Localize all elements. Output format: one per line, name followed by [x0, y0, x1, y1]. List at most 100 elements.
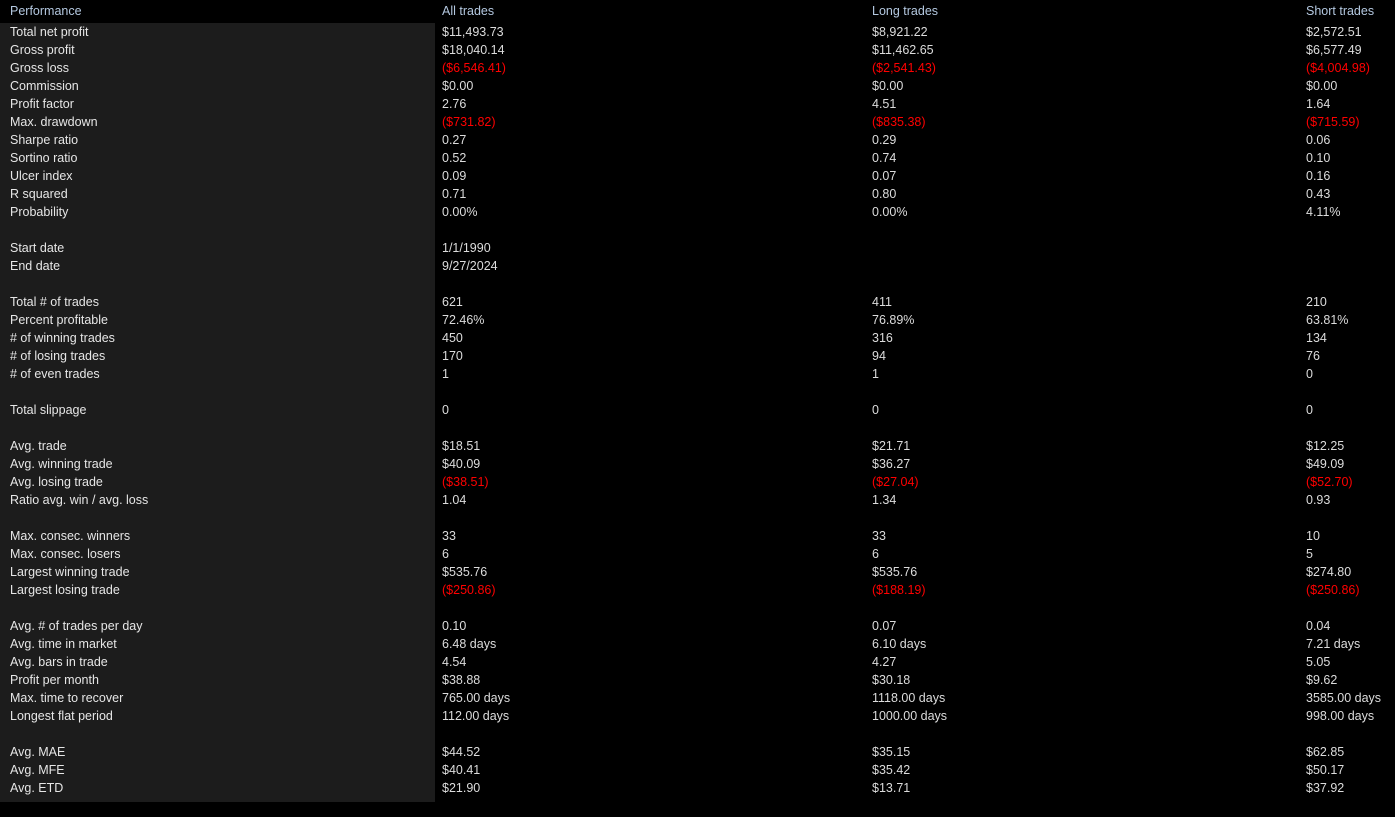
cell-short-trades: 7.21 days — [1306, 637, 1361, 651]
cell-long-trades: 0.74 — [872, 151, 897, 165]
table-row[interactable]: Avg. winning trade $40.09 $36.27 $49.09 — [0, 455, 1395, 473]
cell-all-trades: 9/27/2024 — [442, 259, 498, 273]
cell-all-trades: ($731.82) — [442, 115, 496, 129]
cell-long-trades: $0.00 — [872, 79, 904, 93]
table-row[interactable]: Largest winning trade $535.76 $535.76 $274.… — [0, 563, 1395, 581]
table-row[interactable]: Avg. # of trades per day 0.10 0.07 0.04 — [0, 617, 1395, 635]
table-row[interactable]: Max. time to recover 765.00 days 1118.00 d… — [0, 689, 1395, 707]
row-label: Avg. winning trade — [10, 457, 113, 471]
table-row[interactable]: Ulcer index 0.09 0.07 0.16 — [0, 167, 1395, 185]
cell-long-trades: $8,921.22 — [872, 25, 928, 39]
table-row[interactable]: Max. consec. winners 33 33 10 — [0, 527, 1395, 545]
table-row[interactable]: Avg. bars in trade 4.54 4.27 5.05 — [0, 653, 1395, 671]
table-row[interactable]: Gross profit $18,040.14 $11,462.65 $6,577.4… — [0, 41, 1395, 59]
row-label: # of winning trades — [10, 331, 115, 345]
table-row[interactable]: Avg. trade $18.51 $21.71 $12.25 — [0, 437, 1395, 455]
cell-long-trades: 33 — [872, 529, 886, 543]
cell-short-trades: 0.10 — [1306, 151, 1331, 165]
row-label: Max. drawdown — [10, 115, 98, 129]
table-row[interactable]: Total slippage 0 0 0 — [0, 401, 1395, 419]
row-label: Total slippage — [10, 403, 87, 417]
table-row[interactable]: Sortino ratio 0.52 0.74 0.10 — [0, 149, 1395, 167]
cell-long-trades: $35.15 — [872, 745, 911, 759]
row-label: Largest losing trade — [10, 583, 120, 597]
cell-long-trades: 0.07 — [872, 619, 897, 633]
cell-long-trades: $13.71 — [872, 781, 911, 795]
cell-all-trades: $11,493.73 — [442, 25, 504, 39]
row-label: Sortino ratio — [10, 151, 78, 165]
cell-all-trades: 1.04 — [442, 493, 467, 507]
cell-short-trades: ($4,004.98) — [1306, 61, 1370, 75]
cell-short-trades: 5.05 — [1306, 655, 1331, 669]
cell-all-trades: 2.76 — [442, 97, 467, 111]
table-row[interactable]: Profit per month $38.88 $30.18 $9.62 — [0, 671, 1395, 689]
table-row[interactable]: R squared 0.71 0.80 0.43 — [0, 185, 1395, 203]
table-row[interactable]: Longest flat period 112.00 days 1000.00 da… — [0, 707, 1395, 725]
row-label: Avg. ETD — [10, 781, 64, 795]
table-row[interactable]: # of even trades 1 1 0 — [0, 365, 1395, 383]
row-label: End date — [10, 259, 61, 273]
table-row[interactable]: Gross loss ($6,546.41) ($2,541.43) ($4,004.… — [0, 59, 1395, 77]
cell-long-trades: 6.10 days — [872, 637, 927, 651]
cell-all-trades: $44.52 — [442, 745, 481, 759]
table-row[interactable]: Avg. losing trade ($38.51) ($27.04) ($52.70… — [0, 473, 1395, 491]
table-row[interactable]: Avg. MFE $40.41 $35.42 $50.17 — [0, 761, 1395, 779]
row-label: Profit factor — [10, 97, 74, 111]
table-row[interactable]: Sharpe ratio 0.27 0.29 0.06 — [0, 131, 1395, 149]
table-row[interactable]: Percent profitable 72.46% 76.89% 63.81% — [0, 311, 1395, 329]
performance-table: Performance All trades Long trades Short… — [0, 0, 1395, 797]
row-label: Ulcer index — [10, 169, 73, 183]
cell-all-trades: 33 — [442, 529, 456, 543]
cell-short-trades: $37.92 — [1306, 781, 1345, 795]
table-row[interactable]: Largest losing trade ($250.86) ($188.19) ($… — [0, 581, 1395, 599]
table-row[interactable]: Max. consec. losers 6 6 5 — [0, 545, 1395, 563]
table-row[interactable]: Total # of trades 621 411 210 — [0, 293, 1395, 311]
cell-all-trades: 0.09 — [442, 169, 467, 183]
cell-short-trades: $2,572.51 — [1306, 25, 1362, 39]
cell-short-trades: 0.93 — [1306, 493, 1331, 507]
cell-all-trades: ($6,546.41) — [442, 61, 506, 75]
row-label: # of losing trades — [10, 349, 106, 363]
row-label: Sharpe ratio — [10, 133, 79, 147]
table-row[interactable]: Avg. time in market 6.48 days 6.10 days 7.2… — [0, 635, 1395, 653]
table-row[interactable]: Total net profit $11,493.73 $8,921.22 $2,57… — [0, 23, 1395, 41]
cell-all-trades: $40.09 — [442, 457, 481, 471]
cell-long-trades: 411 — [872, 295, 892, 309]
row-label: Total # of trades — [10, 295, 99, 309]
table-row[interactable]: Avg. MAE $44.52 $35.15 $62.85 — [0, 743, 1395, 761]
table-row[interactable]: Probability 0.00% 0.00% 4.11% — [0, 203, 1395, 221]
cell-long-trades: $30.18 — [872, 673, 911, 687]
row-label: Ratio avg. win / avg. loss — [10, 493, 149, 507]
cell-short-trades: 998.00 days — [1306, 709, 1375, 723]
cell-all-trades: 4.54 — [442, 655, 467, 669]
column-header-long-trades: Long trades — [872, 4, 939, 18]
cell-short-trades: 4.11% — [1306, 205, 1341, 219]
table-row[interactable]: # of losing trades 170 94 76 — [0, 347, 1395, 365]
table-row[interactable]: Profit factor 2.76 4.51 1.64 — [0, 95, 1395, 113]
table-row[interactable]: Commission $0.00 $0.00 $0.00 — [0, 77, 1395, 95]
cell-all-trades: $21.90 — [442, 781, 481, 795]
row-label: Avg. losing trade — [10, 475, 103, 489]
table-row[interactable]: Ratio avg. win / avg. loss 1.04 1.34 0.93 — [0, 491, 1395, 509]
table-row[interactable]: Max. drawdown ($731.82) ($835.38) ($715.59) — [0, 113, 1395, 131]
row-label: Percent profitable — [10, 313, 108, 327]
table-row[interactable]: End date 9/27/2024 — [0, 257, 1395, 275]
cell-long-trades: $35.42 — [872, 763, 911, 777]
row-label: # of even trades — [10, 367, 100, 381]
cell-short-trades: 5 — [1306, 547, 1313, 561]
cell-short-trades: 0.16 — [1306, 169, 1331, 183]
cell-short-trades: 1.64 — [1306, 97, 1331, 111]
row-label: Max. time to recover — [10, 691, 124, 705]
cell-long-trades: 94 — [872, 349, 886, 363]
table-row[interactable]: Start date 1/1/1990 — [0, 239, 1395, 257]
table-row[interactable]: # of winning trades 450 316 134 — [0, 329, 1395, 347]
cell-all-trades: 112.00 days — [442, 709, 510, 723]
row-label: Probability — [10, 205, 69, 219]
cell-all-trades: 1/1/1990 — [442, 241, 491, 255]
table-row[interactable]: Avg. ETD $21.90 $13.71 $37.92 — [0, 779, 1395, 797]
cell-long-trades: $535.76 — [872, 565, 918, 579]
